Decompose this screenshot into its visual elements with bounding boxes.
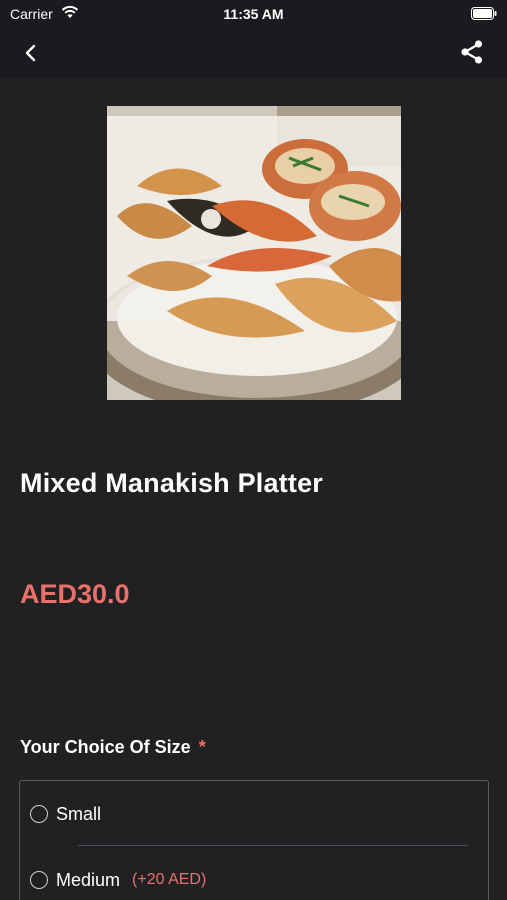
size-options-group: Small Medium (+20 AED)	[19, 780, 489, 900]
chevron-left-icon	[25, 44, 36, 62]
size-option-medium[interactable]: Medium (+20 AED)	[30, 860, 470, 900]
radio-button[interactable]	[30, 871, 48, 889]
share-icon	[461, 40, 483, 64]
product-image	[107, 106, 401, 400]
size-option-small[interactable]: Small	[30, 794, 470, 834]
back-button[interactable]	[20, 42, 42, 64]
status-bar: Carrier 11:35 AM	[0, 0, 507, 28]
status-time: 11:35 AM	[223, 6, 284, 22]
option-label: Medium	[56, 869, 121, 890]
size-section-heading: Your Choice Of Size *	[20, 737, 206, 758]
required-marker: *	[198, 737, 206, 757]
size-heading-label: Your Choice Of Size	[20, 737, 191, 757]
divider	[78, 845, 468, 846]
product-title: Mixed Manakish Platter	[20, 468, 323, 498]
radio-button[interactable]	[30, 805, 48, 823]
battery-icon	[471, 7, 497, 20]
share-button[interactable]	[459, 39, 485, 65]
option-extra-price: (+20 AED)	[132, 871, 207, 888]
product-price: AED30.0	[20, 579, 130, 609]
navigation-bar	[0, 28, 507, 78]
option-label: Small	[56, 803, 102, 824]
